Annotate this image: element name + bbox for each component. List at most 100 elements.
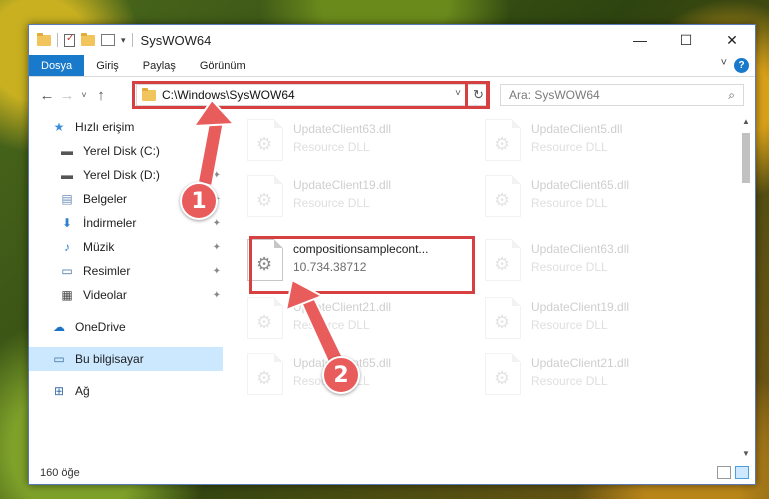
forward-button[interactable]: → — [57, 87, 77, 104]
dll-file-icon: ⚙ — [485, 353, 521, 395]
sidebar-item[interactable]: ▦ Videolar ✦ — [29, 283, 223, 307]
sidebar-item[interactable]: ♪ Müzik ✦ — [29, 235, 223, 259]
sidebar-item-label: Hızlı erişim — [75, 120, 135, 134]
maximize-button[interactable]: ☐ — [663, 25, 709, 55]
file-name: UpdateClient63.dll — [293, 122, 392, 136]
file-description: Resource DLL — [293, 318, 370, 332]
title-bar: ▾ SysWOW64 — ☐ ✕ — [29, 25, 755, 55]
tiles-view-icon[interactable] — [735, 466, 749, 479]
file-name: UpdateClient65.dll — [531, 178, 630, 192]
pin-icon[interactable]: ✦ — [213, 242, 221, 253]
file-name: UpdateClient21.dll — [531, 356, 630, 370]
gear-icon: ⚙ — [494, 190, 511, 210]
sidebar-item-label: Yerel Disk (C:) — [83, 144, 160, 158]
scroll-down-icon[interactable]: ▼ — [739, 447, 753, 461]
pin-icon[interactable]: ✦ — [213, 266, 221, 277]
sidebar-item[interactable]: ▬ Yerel Disk (C:) ✦ — [29, 139, 223, 163]
file-tile[interactable]: ⚙ UpdateClient65.dll Resource DLL — [485, 175, 715, 223]
pin-icon[interactable]: ✦ — [213, 146, 221, 157]
toolbar-divider — [131, 33, 133, 47]
file-text: UpdateClient63.dll Resource DLL — [293, 119, 391, 154]
sidebar-item-label: Bu bilgisayar — [75, 352, 144, 366]
view-toggle — [717, 466, 749, 479]
file-tile[interactable]: ⚙ UpdateClient63.dll Resource DLL — [485, 239, 715, 287]
file-text: UpdateClient63.dll Resource DLL — [531, 239, 629, 274]
properties-icon[interactable] — [64, 33, 75, 47]
videos-icon: ▦ — [61, 288, 73, 302]
music-icon: ♪ — [64, 240, 70, 254]
sidebar-item[interactable]: ⊞ Ağ — [29, 379, 223, 403]
star-icon: ★ — [53, 120, 65, 134]
item-count: 160 öğe — [40, 467, 80, 479]
scrollbar-thumb[interactable] — [742, 133, 750, 183]
tab-gorunum[interactable]: Görünüm — [188, 55, 258, 76]
dll-file-icon: ⚙ — [485, 119, 521, 161]
search-icon[interactable]: ⌕ — [728, 88, 735, 103]
gear-icon: ⚙ — [256, 134, 273, 154]
sidebar-item[interactable]: ▭ Bu bilgisayar — [29, 347, 223, 371]
file-tile[interactable]: ⚙UpdateClient65.dllResource DLL — [247, 353, 477, 401]
pin-icon[interactable]: ✦ — [213, 218, 221, 229]
vertical-scrollbar[interactable]: ▲ ▼ — [739, 115, 753, 461]
file-tile[interactable]: ⚙ UpdateClient21.dll Resource DLL — [485, 353, 715, 401]
back-button[interactable]: ← — [37, 87, 57, 104]
gear-icon: ⚙ — [494, 368, 511, 388]
explorer-window: ▾ SysWOW64 — ☐ ✕ Dosya Giriş Paylaş Görü… — [28, 24, 756, 485]
file-tile[interactable]: ⚙ UpdateClient5.dll Resource DLL — [485, 119, 715, 167]
window-controls: — ☐ ✕ — [617, 25, 755, 55]
highlight-box-refresh — [465, 81, 489, 109]
search-input[interactable]: Ara: SysWOW64 ⌕ — [500, 84, 744, 106]
drive-icon: ▬ — [61, 144, 73, 158]
view-icon[interactable] — [101, 34, 115, 46]
file-text: UpdateClient5.dll Resource DLL — [531, 119, 622, 154]
customize-toolbar-icon[interactable]: ▾ — [121, 35, 126, 46]
ribbon-tabs: Dosya Giriş Paylaş Görünüm ˅ ? — [29, 55, 755, 77]
quick-access-toolbar: ▾ — [29, 32, 133, 47]
file-tile[interactable]: ⚙ UpdateClient19.dll Resource DLL — [485, 297, 715, 345]
file-description: Resource DLL — [293, 140, 370, 154]
computer-icon: ▭ — [53, 352, 65, 366]
dll-file-icon: ⚙ — [247, 353, 283, 395]
file-description: Resource DLL — [531, 196, 608, 210]
navigation-pane: ★ Hızlı erişim ▬ Yerel Disk (C:) ✦ ▬ Yerel Dis… — [29, 115, 223, 461]
new-folder-icon[interactable] — [81, 32, 95, 46]
gear-icon: ⚙ — [494, 254, 511, 274]
sidebar-item[interactable]: ☁ OneDrive — [29, 315, 223, 339]
gear-icon: ⚙ — [494, 312, 511, 332]
sidebar-item[interactable]: ★ Hızlı erişim — [29, 115, 223, 139]
scroll-up-icon[interactable]: ▲ — [739, 115, 753, 129]
file-description: Resource DLL — [531, 260, 608, 274]
step-badge-1: 1 — [180, 182, 218, 220]
file-tile[interactable]: ⚙ UpdateClient63.dll Resource DLL — [247, 119, 477, 167]
dll-file-icon: ⚙ — [247, 297, 283, 339]
chevron-down-icon[interactable]: ˅ — [721, 57, 727, 69]
toolbar-divider — [57, 33, 58, 47]
file-tile[interactable]: ⚙ UpdateClient19.dll Resource DLL — [247, 175, 477, 223]
pictures-icon: ▭ — [61, 264, 73, 278]
file-text: UpdateClient21.dll Resource DLL — [293, 297, 391, 332]
sidebar-item[interactable]: ▭ Resimler ✦ — [29, 259, 223, 283]
details-view-icon[interactable] — [717, 466, 731, 479]
cloud-icon: ☁ — [53, 320, 65, 334]
tab-giris[interactable]: Giriş — [84, 55, 131, 76]
dll-file-icon: ⚙ — [485, 297, 521, 339]
documents-icon: ▤ — [61, 192, 73, 206]
close-button[interactable]: ✕ — [709, 25, 755, 55]
recent-locations-button[interactable]: ˅ — [77, 90, 91, 100]
sidebar-item-label: Müzik — [83, 240, 115, 254]
pin-icon[interactable]: ✦ — [213, 290, 221, 301]
help-icon[interactable]: ? — [734, 58, 749, 73]
pin-icon[interactable]: ✦ — [213, 170, 221, 181]
file-name: UpdateClient19.dll — [531, 300, 630, 314]
highlight-box-file — [249, 236, 475, 294]
file-description: Resource DLL — [531, 374, 608, 388]
highlight-box-address — [132, 81, 490, 109]
folder-icon[interactable] — [37, 32, 51, 46]
tab-paylas[interactable]: Paylaş — [131, 55, 188, 76]
file-description: Resource DLL — [531, 140, 608, 154]
minimize-button[interactable]: — — [617, 25, 663, 55]
file-tile[interactable]: ⚙ UpdateClient21.dll Resource DLL — [247, 297, 477, 345]
tab-dosya[interactable]: Dosya — [29, 55, 85, 76]
up-button[interactable]: ↑ — [91, 87, 111, 104]
sidebar-item-label: Videolar — [83, 288, 127, 302]
